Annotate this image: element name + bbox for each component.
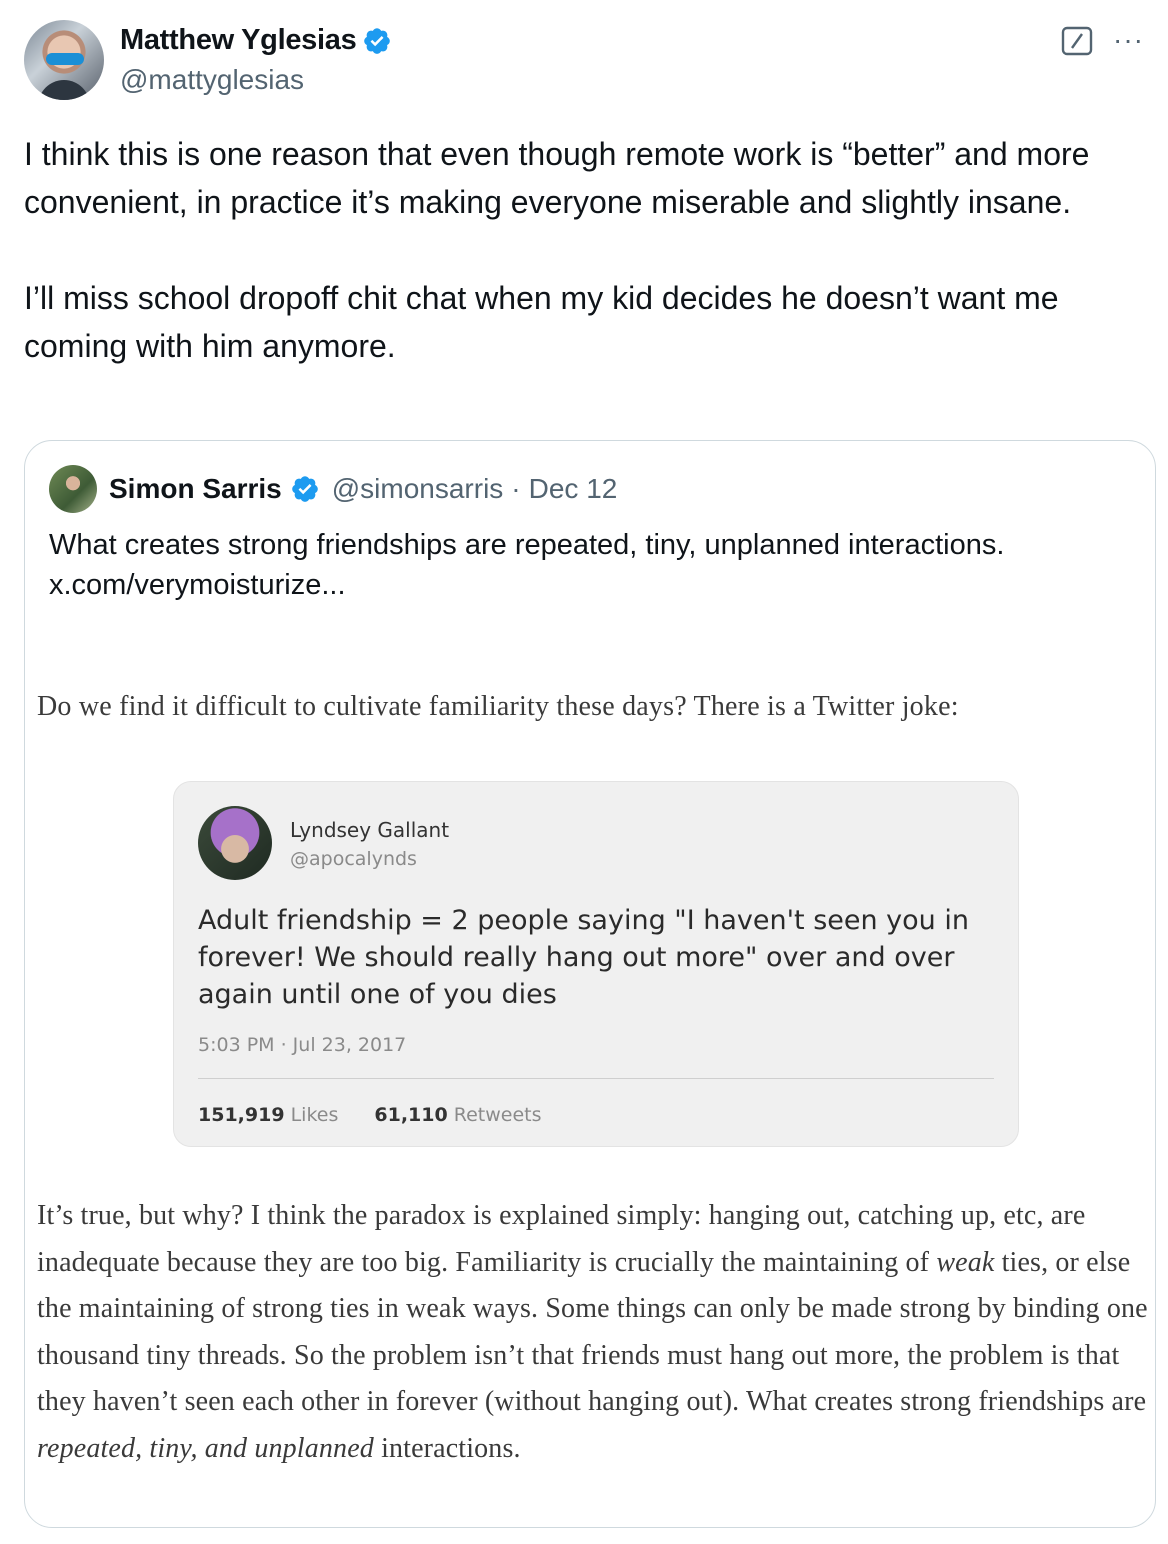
tweet-text: I think this is one reason that even tho…: [24, 130, 1149, 370]
avatar-sunglasses: [46, 53, 84, 65]
article-body-part-1: It’s true, but why? I think the paradox …: [37, 1200, 1086, 1278]
grok-icon[interactable]: [1060, 26, 1094, 56]
likes-stat: 151,919 Likes: [198, 1104, 338, 1126]
article-screenshot-image: Do we find it difficult to cultivate fam…: [25, 441, 1155, 1527]
retweets-label: Retweets: [453, 1104, 542, 1126]
divider: [198, 1078, 994, 1079]
retweets-count: 61,110: [374, 1104, 448, 1126]
embedded-timestamp: 5:03 PM · Jul 23, 2017: [198, 1034, 407, 1056]
avatar-shirt: [38, 80, 90, 100]
tweet-header: Matthew Yglesias @mattyglesias ···: [24, 20, 1144, 100]
article-body-emphasis-2: repeated, tiny, and unplanned: [37, 1432, 374, 1464]
verified-badge-icon: [364, 27, 391, 54]
tweet-paragraph-2: I’ll miss school dropoff chit chat when …: [24, 280, 1059, 364]
likes-label: Likes: [290, 1104, 339, 1126]
embedded-stats: 151,919 Likes 61,110 Retweets: [198, 1104, 542, 1126]
author-handle[interactable]: @mattyglesias: [120, 64, 304, 96]
article-intro: Do we find it difficult to cultivate fam…: [37, 691, 959, 722]
embedded-tweet: Lyndsey Gallant @apocalynds Adult friend…: [173, 781, 1019, 1147]
embedded-tweet-text: Adult friendship = 2 people saying "I ha…: [198, 905, 969, 1010]
retweets-stat: 61,110 Retweets: [374, 1104, 541, 1126]
tweet-paragraph-1: I think this is one reason that even tho…: [24, 136, 1090, 220]
embedded-avatar: [198, 806, 272, 880]
author-name-line: Matthew Yglesias: [120, 24, 392, 57]
article-body: It’s true, but why? I think the paradox …: [37, 1193, 1155, 1472]
article-body-part-3: interactions.: [373, 1432, 521, 1464]
embedded-author-name: Lyndsey Gallant: [290, 818, 450, 842]
article-body-emphasis-1: weak: [936, 1246, 995, 1278]
author-display-name[interactable]: Matthew Yglesias: [120, 24, 357, 57]
embedded-author-handle: @apocalynds: [290, 848, 417, 870]
author-avatar[interactable]: [24, 20, 104, 100]
likes-count: 151,919: [198, 1104, 285, 1126]
more-options-icon[interactable]: ···: [1113, 26, 1144, 54]
quoted-tweet-card[interactable]: Simon Sarris @simonsarris · Dec 12 What …: [24, 440, 1156, 1528]
